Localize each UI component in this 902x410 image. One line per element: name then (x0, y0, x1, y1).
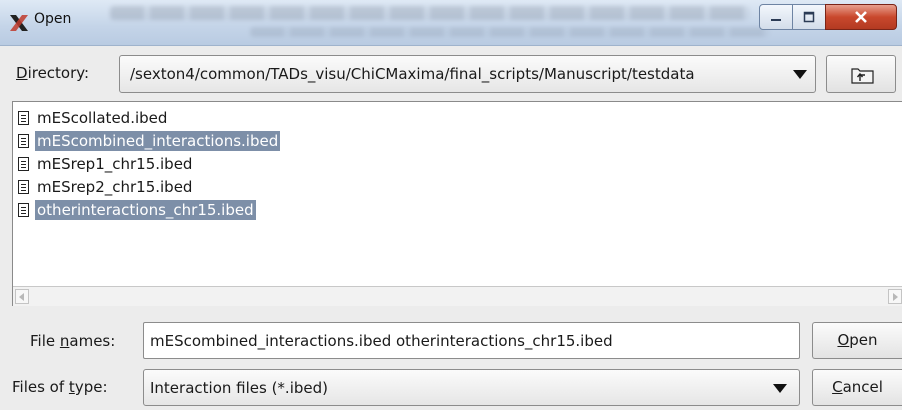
horizontal-scrollbar[interactable] (13, 286, 902, 306)
cancel-button[interactable]: Cancel (812, 369, 902, 406)
file-name: mEScombined_interactions.ibed (35, 130, 281, 151)
file-icon (18, 156, 29, 171)
file-name: mEScollated.ibed (37, 108, 168, 127)
file-icon (18, 179, 29, 194)
minimize-button[interactable] (759, 4, 793, 30)
blurred-background-text (110, 6, 750, 20)
files-of-type-combobox[interactable]: Interaction files (*.ibed) (143, 369, 800, 406)
file-list-item[interactable]: mEScollated.ibed (18, 107, 169, 128)
file-icon (18, 133, 29, 148)
close-icon (855, 11, 867, 23)
file-list[interactable]: mEScollated.ibed mEScombined_interaction… (12, 101, 902, 306)
file-icon (18, 110, 29, 125)
blurred-background-text (250, 27, 770, 37)
folder-up-icon (851, 68, 874, 84)
directory-path: /sexton4/common/TADs_visu/ChiCMaxima/fin… (130, 65, 695, 83)
x-logo-icon (10, 15, 28, 31)
files-of-type-value: Interaction files (*.ibed) (150, 379, 328, 397)
scroll-left-icon[interactable] (15, 289, 29, 304)
file-list-item[interactable]: mEScombined_interactions.ibed (18, 130, 281, 151)
directory-label: Directory: (16, 64, 90, 82)
files-of-type-label: Files of type: (12, 378, 108, 396)
dropdown-arrow-icon (793, 70, 807, 79)
window-title: Open (34, 11, 72, 27)
open-button[interactable]: Open (812, 322, 902, 359)
parent-directory-button[interactable] (826, 55, 896, 93)
file-names-label: File names: (30, 332, 116, 350)
maximize-icon (803, 11, 815, 23)
file-name: otherinteractions_chr15.ibed (35, 199, 256, 220)
file-list-item[interactable]: mESrep2_chr15.ibed (18, 176, 194, 197)
directory-combobox[interactable]: /sexton4/common/TADs_visu/ChiCMaxima/fin… (119, 55, 816, 93)
dropdown-arrow-icon (773, 384, 787, 393)
file-icon (18, 202, 29, 217)
file-list-item[interactable]: otherinteractions_chr15.ibed (18, 199, 256, 220)
title-bar[interactable]: Open (0, 0, 902, 46)
maximize-button[interactable] (792, 4, 826, 30)
minimize-icon (771, 19, 781, 21)
file-name: mESrep2_chr15.ibed (37, 177, 193, 196)
file-name: mESrep1_chr15.ibed (37, 154, 193, 173)
scroll-right-icon[interactable] (888, 289, 902, 304)
close-button[interactable] (825, 4, 897, 30)
file-names-input[interactable] (143, 322, 800, 359)
file-list-item[interactable]: mESrep1_chr15.ibed (18, 153, 194, 174)
